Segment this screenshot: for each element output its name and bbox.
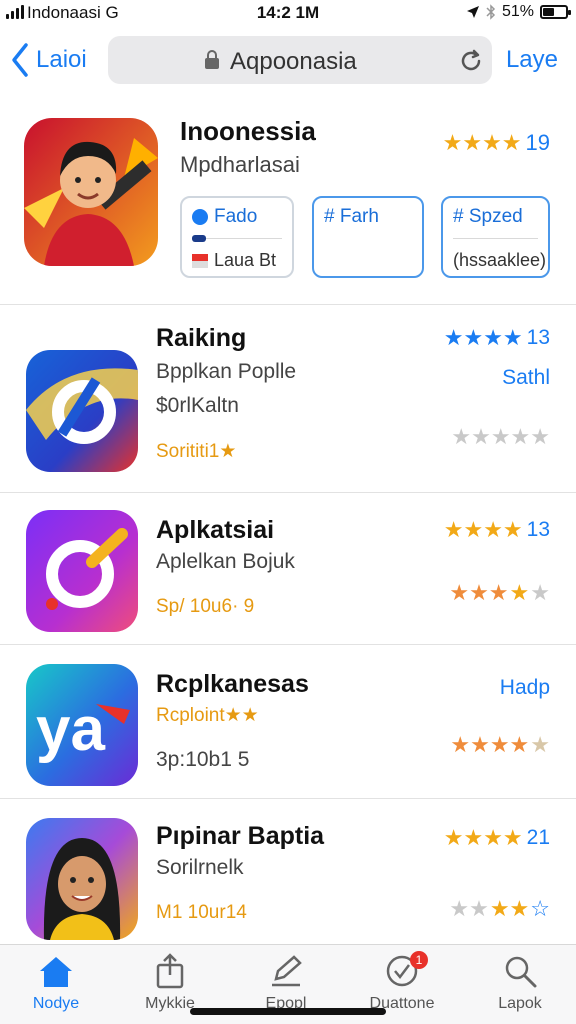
app-secondary-rating: ★★★★★ xyxy=(451,426,550,448)
app-icon[interactable] xyxy=(26,818,138,940)
featured-app-subtitle: Mpdharlasai xyxy=(180,152,300,177)
lock-icon xyxy=(205,50,219,69)
tab-search[interactable]: Lapok xyxy=(470,953,570,1019)
app-detail: 3p:10b1 5 xyxy=(156,748,250,771)
search-icon xyxy=(505,956,537,988)
option-card-3[interactable]: # Spzed (hssaaklee) xyxy=(441,196,550,278)
option-bottom: (hssaaklee) xyxy=(453,250,547,270)
option-bottom: Laua Bt xyxy=(192,250,276,271)
list-item[interactable]: ya Rcplkanesas Rcploint★★ 3p:10b1 5 Hadp… xyxy=(0,648,576,798)
list-item[interactable]: Aplkatsiai Aplelkan Bojuk Sp/ 10u6· 9 ★★… xyxy=(0,496,576,646)
app-name: Pıpinar Baptia xyxy=(156,822,325,850)
option-title: Fado xyxy=(192,206,257,228)
tab-home[interactable]: Nodye xyxy=(6,953,106,1019)
option-card-2[interactable]: # Farh xyxy=(312,196,424,278)
app-secondary-rating: ★★★★★ xyxy=(449,582,550,604)
nav-bar: Laioi Aqpoonasia Laye xyxy=(0,32,576,90)
app-name: Aplkatsiai xyxy=(156,516,275,544)
app-action-button[interactable]: Sathl xyxy=(502,366,550,390)
app-secondary-rating: ★★ ★★ ☆ xyxy=(449,898,550,920)
share-icon xyxy=(156,953,184,989)
app-subtitle: Aplelkan Bojuk xyxy=(156,550,295,573)
option-progress-line xyxy=(192,235,282,242)
app-rating: ★★★★ 21 xyxy=(443,825,550,850)
bluetooth-icon xyxy=(486,4,496,20)
location-arrow-icon xyxy=(466,6,479,18)
app-review-line: Sorititi1★ xyxy=(156,441,237,462)
home-icon xyxy=(40,957,72,987)
list-item[interactable]: Raiking Bpplkan Poplle $0rlKaltn Soritit… xyxy=(0,310,576,472)
edit-icon xyxy=(272,955,302,987)
featured-rating-count: 19 xyxy=(525,130,550,155)
url-text: Aqpoonasia xyxy=(230,48,357,75)
back-label: Laioi xyxy=(36,46,87,73)
app-action-button[interactable]: Hadp xyxy=(500,676,550,700)
address-bar[interactable]: Aqpoonasia xyxy=(108,36,492,84)
back-button[interactable]: Laioi xyxy=(10,42,87,78)
star-rating-icon: ★★★★★ xyxy=(451,424,550,449)
star-rating-icon: ★★★★ xyxy=(443,517,523,542)
app-review-line: M1 10ur14 xyxy=(156,902,247,923)
star-rating-icon: ★★★★★ xyxy=(449,580,550,605)
option-divider xyxy=(453,238,538,239)
option-title: # Farh xyxy=(324,206,379,227)
notification-badge: 1 xyxy=(410,951,428,969)
app-name: Rcplkanesas xyxy=(156,670,309,698)
star-rating-icon: ★★ ★★ ☆ xyxy=(449,896,550,921)
status-bar: Indonaasi G 14:2 1M 51% xyxy=(0,0,576,26)
nav-right-button[interactable]: Laye xyxy=(506,46,558,74)
app-rating: ★★★★ 13 xyxy=(443,517,550,542)
divider xyxy=(0,492,576,493)
reload-icon[interactable] xyxy=(458,48,484,74)
app-icon[interactable]: ya xyxy=(26,664,138,786)
option-title: # Spzed xyxy=(453,206,523,227)
svg-text:ya: ya xyxy=(36,695,105,764)
featured-app-icon[interactable] xyxy=(24,118,158,266)
app-name: Raiking xyxy=(156,324,247,352)
app-review-line: Rcploint★★ xyxy=(156,705,259,726)
app-icon[interactable] xyxy=(26,350,138,472)
battery-icon xyxy=(540,5,571,19)
app-detail: $0rlKaltn xyxy=(156,394,239,417)
featured-app[interactable]: Inoonessia Mpdharlasai ★★★★ 19 Fado Laua… xyxy=(0,100,576,300)
app-review-line: Sp/ 10u6· 9 xyxy=(156,596,255,617)
app-subtitle: Sorilrnelk xyxy=(156,856,244,879)
star-rating-icon: ★★★★ xyxy=(443,325,523,350)
divider xyxy=(0,304,576,305)
chevron-left-icon xyxy=(12,43,28,77)
battery-percent: 51% xyxy=(501,3,534,20)
list-item[interactable]: Pıpinar Baptia Sorilrnelk M1 10ur14 ★★★★… xyxy=(0,802,576,952)
option-card-1[interactable]: Fado Laua Bt xyxy=(180,196,294,278)
app-rating: ★★★★ 13 xyxy=(443,325,550,350)
star-rating-icon: ★★★★★ xyxy=(450,732,550,757)
star-rating-icon: ★★★★ xyxy=(442,130,522,155)
app-secondary-rating: ★★★★★ xyxy=(450,734,550,756)
divider xyxy=(0,644,576,645)
divider xyxy=(0,798,576,799)
circle-dot-icon xyxy=(192,209,208,225)
star-rating-icon: ★★★★ xyxy=(443,825,523,850)
home-indicator xyxy=(190,1008,386,1015)
featured-rating: ★★★★ 19 xyxy=(443,130,550,156)
flag-icon xyxy=(192,253,208,268)
featured-app-title: Inoonessia xyxy=(180,116,316,146)
status-right: 51% xyxy=(466,3,571,21)
app-subtitle: Bpplkan Poplle xyxy=(156,360,297,383)
app-icon[interactable] xyxy=(26,510,138,632)
